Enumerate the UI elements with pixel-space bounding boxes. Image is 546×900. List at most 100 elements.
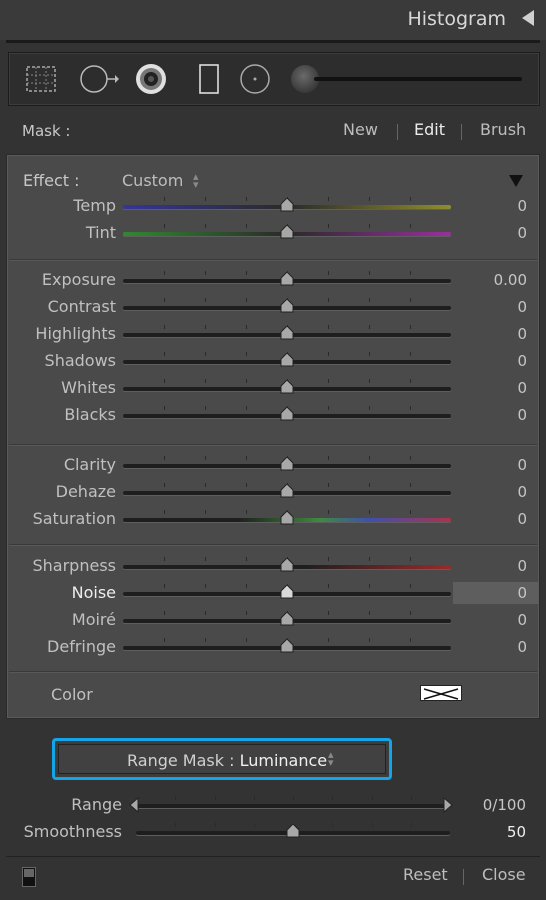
- tick-mark: [369, 584, 370, 588]
- saturation-slider-handle[interactable]: [279, 511, 295, 525]
- effect-preset-dropdown[interactable]: Custom: [122, 171, 183, 190]
- tick-mark: [328, 456, 329, 460]
- tint-label: Tint: [85, 223, 116, 242]
- range-mask-field: Range Mask : Luminance ▴ ▾: [58, 744, 386, 774]
- tick-mark: [410, 197, 411, 201]
- tick-mark: [328, 271, 329, 275]
- tick-mark: [246, 510, 247, 514]
- color-swatch[interactable]: [420, 685, 462, 701]
- temp-value[interactable]: 0: [517, 197, 527, 215]
- noise-slider-handle[interactable]: [279, 585, 295, 599]
- tick-mark: [164, 379, 165, 383]
- saturation-value[interactable]: 0: [517, 510, 527, 528]
- divider: [6, 40, 540, 43]
- collapse-left-icon[interactable]: [522, 10, 534, 26]
- range-label: Range: [71, 795, 122, 814]
- tick-mark: [164, 611, 165, 615]
- blacks-slider-handle[interactable]: [279, 407, 295, 421]
- dehaze-slider-handle[interactable]: [279, 484, 295, 498]
- smoothness-value[interactable]: 50: [507, 823, 526, 841]
- color-label: Color: [51, 685, 93, 704]
- mask-edit-button[interactable]: Edit: [414, 120, 445, 139]
- crop-overlay-icon[interactable]: [25, 63, 57, 95]
- noise-value[interactable]: 0: [517, 584, 527, 602]
- tick-mark: [205, 298, 206, 302]
- tick-mark: [205, 638, 206, 642]
- graduated-filter-icon[interactable]: [193, 63, 225, 95]
- highlights-slider-handle[interactable]: [279, 326, 295, 340]
- contrast-label: Contrast: [47, 297, 116, 316]
- tick-mark: [205, 224, 206, 228]
- tick-mark: [246, 379, 247, 383]
- range-mask-prefix: Range Mask :: [127, 751, 240, 770]
- whites-slider-handle[interactable]: [279, 380, 295, 394]
- exposure-value[interactable]: 0.00: [494, 271, 527, 289]
- tick-mark: [205, 352, 206, 356]
- tick-mark: [205, 584, 206, 588]
- close-button[interactable]: Close: [482, 865, 526, 884]
- clarity-slider-handle[interactable]: [279, 457, 295, 471]
- smoothness-slider-handle[interactable]: [285, 824, 301, 838]
- collapse-triangle-icon[interactable]: [509, 175, 523, 187]
- defringe-value[interactable]: 0: [517, 638, 527, 656]
- tick-mark: [164, 456, 165, 460]
- tick-mark: [253, 796, 255, 800]
- tick-mark: [369, 611, 370, 615]
- range-value[interactable]: 0/100: [483, 796, 526, 814]
- moire-slider-handle[interactable]: [279, 612, 295, 626]
- tint-value[interactable]: 0: [517, 224, 527, 242]
- mask-new-button[interactable]: New: [343, 120, 378, 139]
- updown-caret-icon: ▴ ▾: [328, 748, 334, 769]
- sharpness-value[interactable]: 0: [517, 557, 527, 575]
- range-low-handle[interactable]: [128, 797, 144, 813]
- mask-overlay-toggle-icon[interactable]: [22, 867, 36, 887]
- shadows-label: Shadows: [44, 351, 116, 370]
- tick-mark: [328, 611, 329, 615]
- exposure-slider-handle[interactable]: [279, 272, 295, 286]
- range-mask-dropdown[interactable]: Range Mask : Luminance ▴ ▾: [52, 738, 392, 780]
- highlights-value[interactable]: 0: [517, 325, 527, 343]
- contrast-value[interactable]: 0: [517, 298, 527, 316]
- tick-mark: [328, 352, 329, 356]
- sharpness-slider-handle[interactable]: [279, 558, 295, 572]
- tick-mark: [369, 325, 370, 329]
- tick-mark: [410, 379, 411, 383]
- reset-button[interactable]: Reset: [403, 865, 448, 884]
- shadows-value[interactable]: 0: [517, 352, 527, 370]
- slider-ticks: [136, 796, 450, 808]
- radial-filter-icon[interactable]: [239, 63, 271, 95]
- tick-mark: [246, 611, 247, 615]
- tint-slider-handle[interactable]: [279, 225, 295, 239]
- mask-brush-button[interactable]: Brush: [480, 120, 526, 139]
- updown-caret-icon: ▴ ▾: [193, 170, 199, 191]
- range-high-handle[interactable]: [442, 797, 458, 813]
- tick-mark: [328, 325, 329, 329]
- panel-title: Histogram: [407, 8, 506, 30]
- whites-value[interactable]: 0: [517, 379, 527, 397]
- defringe-slider-handle[interactable]: [279, 639, 295, 653]
- moire-value[interactable]: 0: [517, 611, 527, 629]
- saturation-label: Saturation: [32, 509, 116, 528]
- spot-removal-icon[interactable]: [79, 63, 119, 95]
- tick-mark: [246, 584, 247, 588]
- tick-mark: [164, 325, 165, 329]
- tick-mark: [328, 510, 329, 514]
- contrast-slider-handle[interactable]: [279, 299, 295, 313]
- whites-label: Whites: [61, 378, 116, 397]
- group-divider: [9, 671, 537, 673]
- tick-mark: [246, 638, 247, 642]
- brush-size-slider[interactable]: [314, 77, 522, 81]
- clarity-value[interactable]: 0: [517, 456, 527, 474]
- dehaze-value[interactable]: 0: [517, 483, 527, 501]
- panel-header[interactable]: Histogram: [0, 0, 546, 40]
- tick-mark: [205, 406, 206, 410]
- blacks-value[interactable]: 0: [517, 406, 527, 424]
- tick-mark: [410, 510, 411, 514]
- red-eye-icon[interactable]: [135, 63, 167, 95]
- shadows-slider-handle[interactable]: [279, 353, 295, 367]
- divider: [463, 869, 464, 885]
- divider: [397, 124, 398, 140]
- temp-slider-handle[interactable]: [279, 198, 295, 212]
- tick-mark: [175, 796, 177, 800]
- highlights-label: Highlights: [35, 324, 116, 343]
